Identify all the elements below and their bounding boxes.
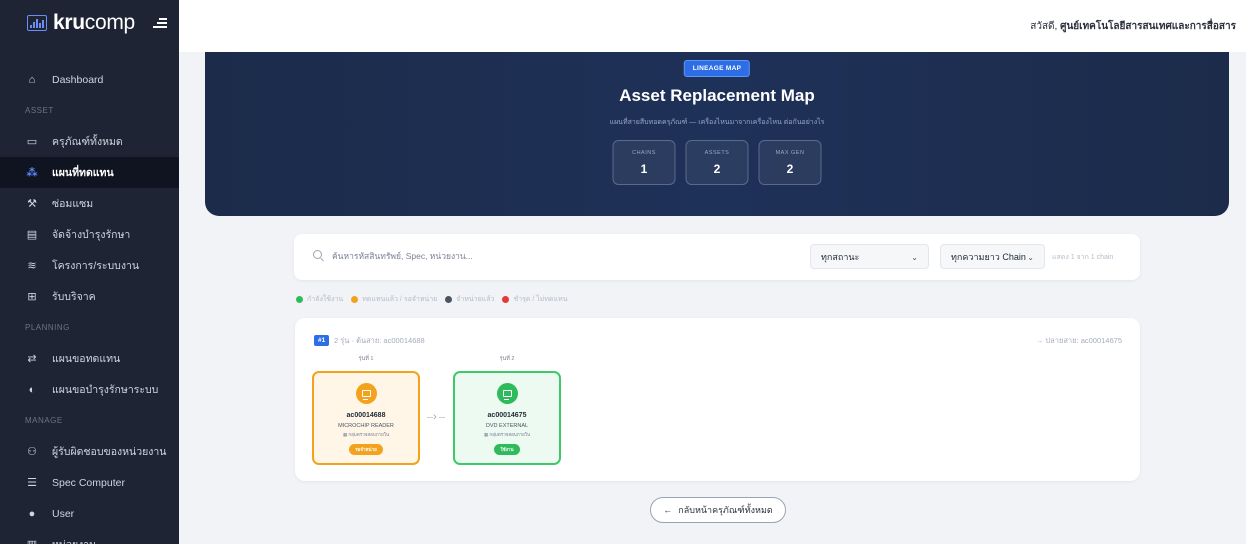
chevron-down-icon: ⌄ [1027, 253, 1034, 262]
lineage-map-badge: LINEAGE MAP [683, 60, 751, 77]
sidebar-section-manage: MANAGE [25, 416, 63, 425]
donate-icon: ⊞ [27, 291, 37, 303]
brand-name: krucomp [53, 11, 135, 34]
asset-name: MICROCHIP READER [338, 423, 394, 429]
generation-label: รุ่นที่ 1 [358, 356, 374, 362]
legend-label: ชำรุด / ไม่ทดแทน [513, 296, 568, 303]
user-cog-icon: ● [28, 507, 36, 520]
exchange-icon: ⇄ [27, 353, 37, 365]
sidebar-item-label: จัดจ้างบำรุงรักษา [52, 229, 131, 241]
sidebar-item-departments[interactable]: ▥ หน่วยงาน [0, 529, 179, 544]
user-name: ศูนย์เทคโนโลยีสารสนเทศและการสื่อสาร [1060, 21, 1236, 32]
chart-logo-icon [27, 15, 47, 31]
asset-node[interactable]: ac00014688 MICROCHIP READER ▦ กลุ่มตรวจส… [312, 371, 420, 465]
sidebar-item-label: ครุภัณฑ์ทั้งหมด [52, 136, 123, 148]
table-icon: ☰ [27, 477, 37, 489]
sidebar: krucomp ⌂ Dashboard ASSET ▭ ครุภัณฑ์ทั้ง… [0, 0, 179, 544]
home-icon: ⌂ [28, 73, 36, 86]
sidebar-item-all-assets[interactable]: ▭ ครุภัณฑ์ทั้งหมด [0, 126, 179, 157]
chain-end: → ปลายสาย: ac00014675 [1035, 336, 1122, 345]
monitor-icon [496, 383, 518, 404]
sitemap-icon: ⁂ [26, 167, 38, 179]
brand[interactable]: krucomp [0, 0, 179, 46]
legend-label: กำลังใช้งาน [307, 296, 344, 303]
back-to-assets-button[interactable]: ← กลับหน้าครุภัณฑ์ทั้งหมด [650, 497, 786, 523]
user-greeting[interactable]: สวัสดี, ศูนย์เทคโนโลยีสารสนเทศและการสื่อ… [1030, 19, 1236, 34]
sidebar-item-dashboard[interactable]: ⌂ Dashboard [0, 64, 179, 95]
asset-name: DVD EXTERNAL [485, 423, 529, 429]
result-count: แสดง 1 จาก 1 chain [1052, 254, 1114, 261]
building-icon: ▥ [25, 538, 39, 544]
sidebar-item-label: แผนขอทดแทน [52, 353, 121, 365]
stat-chains: CHAINS 1 [612, 140, 676, 185]
layers-icon: ≋ [27, 260, 37, 272]
legend-label: ทดแทนแล้ว / รอจำหน่าย [362, 296, 438, 303]
sidebar-item-maintenance-contract[interactable]: ▤ จัดจ้างบำรุงรักษา [0, 219, 179, 250]
sidebar-item-label: Dashboard [52, 73, 104, 86]
sidebar-item-replacement-map[interactable]: ⁂ แผนที่ทดแทน [0, 157, 179, 188]
sidebar-item-maintenance-plan[interactable]: ◐ แผนขอบำรุงรักษาระบบ [0, 374, 179, 405]
status-badge: ใช้งาน [494, 444, 520, 455]
chain-meta: 2 รุ่น · ต้นสาย: ac00014688 [334, 336, 425, 345]
arrow-left-icon: ← [663, 505, 673, 515]
sidebar-section-planning: PLANNING [25, 323, 70, 332]
page-subtitle: แผนที่สายสืบทอดครุภัณฑ์ — เครื่องไหนมาจา… [609, 119, 825, 126]
legend-dot-replaced [351, 296, 359, 303]
sidebar-item-label: ผู้รับผิดชอบของหน่วยงาน [52, 446, 167, 458]
stat-max-gen: MAX GEN 2 [758, 140, 822, 185]
asset-group: ▦ กลุ่มตรวจสอบภายใน [483, 432, 531, 437]
legend-dot-disposed [445, 296, 453, 303]
sidebar-nav: ⌂ Dashboard ASSET ▭ ครุภัณฑ์ทั้งหมด ⁂ แผ… [0, 64, 179, 544]
status-select[interactable]: ทุกสถานะ ⌄ [810, 244, 929, 269]
sidebar-section-asset: ASSET [25, 106, 54, 115]
stats-row: CHAINS 1 ASSETS 2 MAX GEN 2 [612, 140, 822, 185]
chain-arrow-icon: › [425, 408, 453, 426]
hero-banner: LINEAGE MAP Asset Replacement Map แผนที่… [205, 52, 1229, 216]
sidebar-item-label: User [52, 507, 75, 520]
chevron-down-icon: ⌄ [911, 253, 918, 262]
sidebar-item-replacement-plan[interactable]: ⇄ แผนขอทดแทน [0, 343, 179, 374]
sidebar-item-user[interactable]: ● User [0, 498, 179, 529]
legend-label: จำหน่ายแล้ว [456, 296, 495, 303]
monitor-icon [355, 383, 377, 404]
sidebar-item-spec-computer[interactable]: ☰ Spec Computer [0, 467, 179, 498]
stat-assets: ASSETS 2 [685, 140, 749, 185]
chain-number-badge: #1 [314, 335, 330, 346]
generation-label: รุ่นที่ 2 [499, 356, 515, 362]
search-icon [313, 250, 322, 259]
wrench-icon: ⚒ [27, 198, 37, 210]
legend-dot-broken [502, 296, 510, 303]
sidebar-item-label: โครงการ/ระบบงาน [52, 260, 140, 272]
shield-icon: ◐ [28, 383, 36, 396]
users-icon: ⚇ [27, 446, 37, 458]
sidebar-item-label: แผนขอบำรุงรักษาระบบ [52, 384, 159, 396]
asset-code: ac00014688 [346, 412, 386, 419]
chain-length-select[interactable]: ทุกความยาว Chain ⌄ [940, 244, 1045, 269]
sidebar-item-label: หน่วยงาน [52, 536, 96, 544]
search-input[interactable] [332, 246, 792, 266]
asset-group: ▦ กลุ่มตรวจสอบภายใน [342, 432, 390, 437]
sidebar-item-label: Spec Computer [52, 476, 125, 489]
chain-card: #1 2 รุ่น · ต้นสาย: ac00014688 → ปลายสาย… [295, 318, 1140, 481]
status-badge: รอจำหน่าย [349, 444, 383, 455]
sidebar-item-projects[interactable]: ≋ โครงการ/ระบบงาน [0, 250, 179, 281]
sidebar-item-label: รับบริจาค [52, 291, 96, 303]
legend-dot-active [296, 296, 303, 303]
menu-toggle-icon[interactable] [152, 18, 167, 28]
sidebar-item-label: แผนที่ทดแทน [52, 167, 114, 179]
sidebar-item-donations[interactable]: ⊞ รับบริจาค [0, 281, 179, 312]
asset-node[interactable]: ac00014675 DVD EXTERNAL ▦ กลุ่มตรวจสอบภา… [453, 371, 561, 465]
topbar: สวัสดี, ศูนย์เทคโนโลยีสารสนเทศและการสื่อ… [179, 0, 1246, 52]
monitor-icon: ▭ [26, 136, 38, 148]
asset-code: ac00014675 [487, 412, 527, 419]
status-legend: กำลังใช้งาน ทดแทนแล้ว / รอจำหน่าย จำหน่า… [296, 294, 568, 305]
page-title: Asset Replacement Map [619, 86, 815, 105]
filter-bar: ทุกสถานะ ⌄ ทุกความยาว Chain ⌄ แสดง 1 จาก… [294, 234, 1140, 280]
sidebar-item-repair[interactable]: ⚒ ซ่อมแซม [0, 188, 179, 219]
sidebar-item-responsible[interactable]: ⚇ ผู้รับผิดชอบของหน่วยงาน [0, 436, 179, 467]
document-icon: ▤ [26, 229, 38, 241]
sidebar-item-label: ซ่อมแซม [52, 198, 94, 210]
